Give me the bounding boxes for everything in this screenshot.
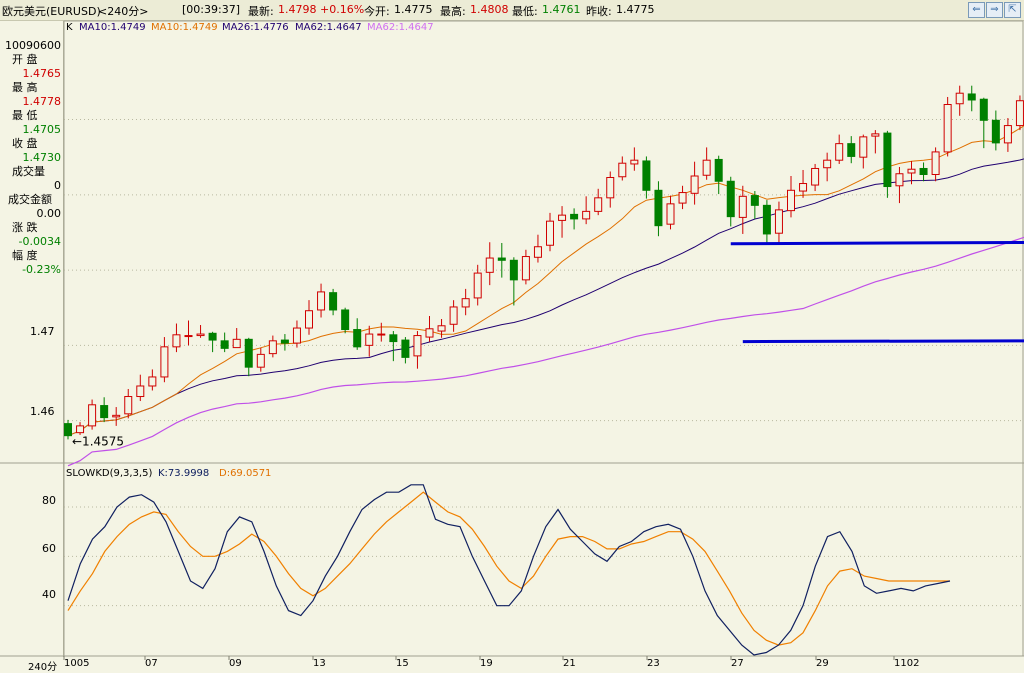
candle-body <box>172 334 181 348</box>
candle-body <box>413 335 422 357</box>
candle-body <box>871 133 880 137</box>
candle-body <box>377 333 386 336</box>
candle-body <box>425 328 434 338</box>
candle-body <box>738 195 747 218</box>
candle-body <box>437 325 446 332</box>
candle-body <box>762 204 771 235</box>
candle-body <box>76 425 85 434</box>
candle-body <box>799 183 808 192</box>
candle-body <box>220 340 229 349</box>
candle-body <box>280 339 289 344</box>
candle-body <box>184 335 193 338</box>
candle-body <box>365 333 374 346</box>
candle-body <box>666 203 675 225</box>
candle-body <box>401 339 410 358</box>
candle-body <box>750 195 759 206</box>
candle-body <box>1003 125 1012 144</box>
candle-body <box>594 197 603 212</box>
candle-body <box>497 257 506 261</box>
candle-body <box>509 259 518 281</box>
candle-body <box>485 257 494 273</box>
candle-body <box>582 210 591 220</box>
candle-body <box>136 385 145 398</box>
kd-k-line <box>67 484 951 656</box>
candle-body <box>473 272 482 299</box>
candle-body <box>570 213 579 220</box>
candle-body <box>100 405 109 419</box>
resistance-trendline <box>730 240 1024 246</box>
candle-body <box>353 329 362 348</box>
candle-body <box>654 189 663 227</box>
candle-body <box>907 168 916 174</box>
candle-body <box>461 298 470 308</box>
candle-body <box>883 132 892 188</box>
candle-body <box>160 346 169 378</box>
candle-body <box>943 104 952 153</box>
candle-body <box>389 334 398 343</box>
price-chart[interactable]: 1.5060→←1.4575 <box>0 0 1024 673</box>
candle-body <box>305 310 313 329</box>
candle-body <box>256 353 265 368</box>
candle-body <box>618 162 627 178</box>
candle-body <box>292 327 301 344</box>
candle-body <box>690 175 699 194</box>
candle-body <box>64 423 72 437</box>
candle-body <box>823 159 832 169</box>
candle-body <box>546 220 554 246</box>
candle-body <box>124 396 133 415</box>
candle-body <box>533 246 542 258</box>
candle-body <box>895 173 904 187</box>
candle-body <box>678 192 687 204</box>
candle-body <box>232 338 241 349</box>
candle-body <box>317 291 326 311</box>
candle-body <box>931 151 940 175</box>
candle-body <box>642 160 651 191</box>
low-annotation: ←1.4575 <box>72 434 124 448</box>
candle-body <box>726 180 735 218</box>
candle-body <box>208 332 217 341</box>
candle-body <box>244 338 253 368</box>
candle-body <box>991 119 1000 144</box>
candle-body <box>606 177 615 199</box>
candle-body <box>630 159 639 165</box>
candle-body <box>196 333 205 337</box>
support-trendline <box>742 339 1024 344</box>
candle-body <box>774 209 783 234</box>
candle-body <box>1015 100 1024 127</box>
candle-body <box>268 340 277 355</box>
candle-body <box>702 159 711 176</box>
candle-body <box>859 136 868 158</box>
candle-body <box>835 143 844 161</box>
candle-body <box>521 256 530 281</box>
candle-body <box>811 167 820 186</box>
candle-body <box>955 92 964 105</box>
kd-d-line <box>67 491 950 646</box>
candle-body <box>112 414 121 418</box>
candle-body <box>558 214 567 221</box>
candle-body <box>787 189 795 212</box>
candle-body <box>449 306 458 325</box>
candle-body <box>979 98 988 121</box>
candle-body <box>148 376 157 387</box>
candle-body <box>341 309 350 331</box>
candle-body <box>329 292 338 311</box>
ma10-line <box>67 125 1024 437</box>
candle-body <box>714 158 723 182</box>
candle-body <box>967 93 976 101</box>
candle-body <box>919 167 928 175</box>
candle-body <box>88 404 97 427</box>
candle-body <box>847 143 856 157</box>
